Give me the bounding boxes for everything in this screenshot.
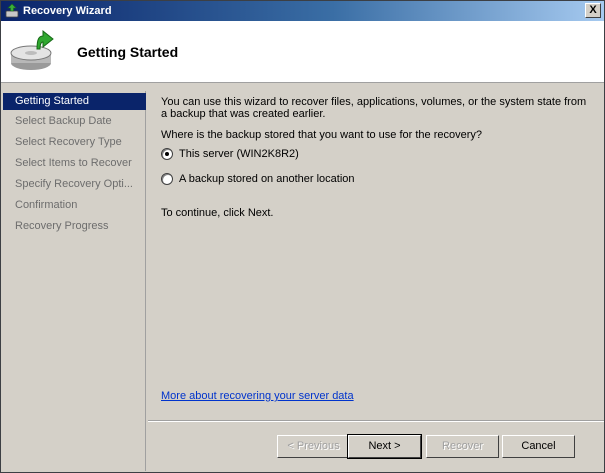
radio-another-location[interactable] [161,173,173,185]
previous-button[interactable]: < Previous [277,435,350,458]
recover-button[interactable]: Recover [426,435,499,458]
cancel-button[interactable]: Cancel [502,435,575,458]
continue-instruction: To continue, click Next. [161,207,274,219]
option-another-location[interactable]: A backup stored on another location [161,173,355,185]
wizard-content: You can use this wizard to recover files… [148,91,604,421]
title-bar[interactable]: Recovery Wizard X [1,1,604,21]
option-this-server-label[interactable]: This server (WIN2K8R2) [179,148,299,160]
next-button[interactable]: Next > [347,434,422,459]
nav-step-confirmation: Confirmation [15,199,78,211]
nav-step-recovery-progress: Recovery Progress [15,220,109,232]
nav-step-specify-recovery-options: Specify Recovery Opti... [15,178,133,190]
close-icon: X [589,4,597,16]
option-this-server[interactable]: This server (WIN2K8R2) [161,148,299,160]
page-title: Getting Started [77,44,179,60]
nav-step-select-items: Select Items to Recover [15,157,132,169]
disk-recovery-icon [10,29,54,70]
nav-step-select-backup-date: Select Backup Date [15,115,112,127]
window-title: Recovery Wizard [23,5,112,17]
nav-step-select-recovery-type: Select Recovery Type [15,136,122,148]
wizard-header: Getting Started [1,21,604,83]
more-info-link[interactable]: More about recovering your server data [161,390,354,402]
radio-this-server[interactable] [161,148,173,160]
wizard-window: Recovery Wizard X Getting Started Gettin… [0,0,605,473]
wizard-steps-nav: Getting Started Select Backup Date Selec… [3,91,146,471]
option-another-location-label[interactable]: A backup stored on another location [179,173,355,185]
close-button[interactable]: X [585,3,601,18]
recovery-wizard-icon [5,3,19,18]
backup-location-question: Where is the backup stored that you want… [161,129,483,141]
footer-divider [148,420,604,422]
intro-text: You can use this wizard to recover files… [161,96,587,120]
nav-step-getting-started[interactable]: Getting Started [3,93,146,110]
